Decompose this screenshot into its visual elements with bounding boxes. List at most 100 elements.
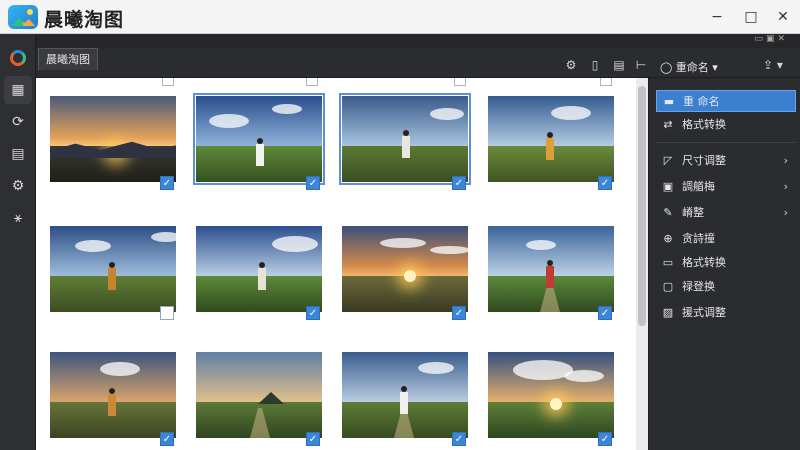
photo-thumbnail[interactable] bbox=[488, 352, 614, 438]
photo-thumbnail[interactable] bbox=[196, 352, 322, 438]
photo-checkbox[interactable]: ✓ bbox=[306, 176, 320, 190]
title-bar: 晨曦淘图 − □ ✕ bbox=[0, 0, 800, 34]
panel-menu-item[interactable]: ▭ 格式转换 bbox=[656, 252, 796, 274]
tab-main[interactable]: 晨曦淘图 bbox=[38, 48, 98, 70]
left-rail: ▦ ⟳ ▤ ⚙ ⚹ bbox=[0, 34, 36, 450]
save-icon[interactable]: ▤ bbox=[611, 58, 627, 72]
photo-checkbox[interactable]: ✓ bbox=[598, 306, 612, 320]
grid-view-icon[interactable]: ▦ bbox=[4, 76, 32, 104]
menu-item-icon: ▣ bbox=[662, 180, 674, 193]
photo-checkbox[interactable]: ✓ bbox=[598, 432, 612, 446]
photo-checkbox[interactable]: ✓ bbox=[160, 432, 174, 446]
photo-thumbnail[interactable] bbox=[50, 226, 176, 312]
menu-item-label: 調艏梅 bbox=[682, 180, 715, 193]
photo-thumbnail[interactable] bbox=[193, 93, 325, 185]
document-icon[interactable]: ▤ bbox=[4, 140, 32, 168]
menu-item-icon: ▭ bbox=[662, 256, 674, 269]
menu-item-label: 重 命名 bbox=[683, 95, 720, 108]
photo-checkbox[interactable]: ✓ bbox=[160, 176, 174, 190]
cloud bbox=[430, 108, 465, 120]
panel-menu-item[interactable]: ⊕ 贪詩撞 bbox=[656, 228, 796, 250]
maximize-button[interactable]: □ bbox=[740, 6, 762, 28]
share-icon[interactable]: ⇪ ▾ bbox=[763, 58, 783, 72]
photo-thumbnail[interactable] bbox=[50, 352, 176, 438]
panel-menu-item[interactable]: ◸ 尺寸调整 › bbox=[656, 150, 796, 172]
close-button[interactable]: ✕ bbox=[772, 6, 794, 28]
tabbar-mini-icons: ▭▣✕ bbox=[754, 34, 788, 44]
panel-menu-item[interactable]: ▨ 援式调整 bbox=[656, 302, 796, 324]
person-figure bbox=[108, 262, 116, 290]
menu-item-label: 嵴整 bbox=[682, 206, 704, 219]
app-logo-icon bbox=[8, 5, 38, 29]
cloud bbox=[417, 362, 454, 374]
cloud bbox=[208, 114, 249, 128]
checkbox-partial[interactable] bbox=[162, 78, 174, 86]
photo-thumbnail[interactable] bbox=[488, 96, 614, 182]
photo-thumbnail[interactable] bbox=[342, 226, 468, 312]
transform-icon[interactable]: ⟳ bbox=[4, 108, 32, 136]
menu-item-icon: ◸ bbox=[663, 154, 673, 167]
cloud bbox=[430, 246, 468, 254]
photo-checkbox[interactable]: ✓ bbox=[452, 176, 466, 190]
photo-checkbox[interactable]: ✓ bbox=[452, 306, 466, 320]
chevron-right-icon: › bbox=[783, 206, 788, 219]
sun bbox=[404, 270, 416, 282]
menu-item-label: 格式转换 bbox=[682, 256, 726, 269]
rail-app-logo-icon[interactable] bbox=[4, 44, 32, 72]
thumbnail-sky bbox=[196, 352, 322, 402]
person-figure bbox=[402, 130, 410, 158]
file-icon[interactable]: ▯ bbox=[587, 58, 603, 72]
photo-thumbnail[interactable] bbox=[50, 96, 176, 182]
photo-thumbnail[interactable] bbox=[196, 226, 322, 312]
sun bbox=[550, 398, 562, 410]
person-figure bbox=[258, 262, 266, 290]
menu-item-label: 贪詩撞 bbox=[682, 232, 715, 245]
panel-menu-item[interactable]: ▣ 調艏梅 › bbox=[656, 176, 796, 198]
panel-menu-item[interactable]: ✎ 嵴整 › bbox=[656, 202, 796, 224]
cloud bbox=[563, 370, 604, 382]
photo-checkbox[interactable]: ✓ bbox=[452, 432, 466, 446]
menu-item-icon: ⊕ bbox=[663, 232, 673, 245]
menu-item-label: 尺寸调整 bbox=[682, 154, 726, 167]
photo-checkbox[interactable]: ✓ bbox=[598, 176, 612, 190]
cloud bbox=[551, 106, 591, 120]
menu-item-icon: ▨ bbox=[662, 306, 674, 319]
person-figure bbox=[400, 386, 408, 414]
menu-item-label: 援式调整 bbox=[682, 306, 726, 319]
panel-menu-item[interactable]: ▢ 禄登换 bbox=[656, 276, 796, 298]
minimize-button[interactable]: − bbox=[706, 6, 728, 28]
adjust-icon[interactable]: ⚹ bbox=[4, 204, 32, 232]
menu-item-icon: ⇄ bbox=[663, 118, 673, 131]
logo-ring-icon bbox=[10, 50, 26, 66]
menu-item-icon: ▬ bbox=[663, 95, 675, 108]
photo-checkbox[interactable]: ✓ bbox=[160, 306, 174, 320]
photo-thumbnail[interactable] bbox=[339, 93, 471, 185]
thumbnail-sky bbox=[50, 96, 176, 146]
photo-thumbnail[interactable] bbox=[342, 352, 468, 438]
panel-menu-item[interactable]: ▬ 重 命名 bbox=[656, 90, 796, 112]
photo-grid: ✓ ✓ ✓ ✓ ✓ ✓ ✓ ✓ ✓ ✓ ✓ ✓ bbox=[36, 78, 636, 450]
menu-separator bbox=[656, 142, 796, 143]
app-title: 晨曦淘图 bbox=[44, 9, 125, 31]
photo-thumbnail[interactable] bbox=[488, 226, 614, 312]
person-figure bbox=[108, 388, 116, 416]
photo-checkbox[interactable]: ✓ bbox=[306, 432, 320, 446]
split-icon[interactable]: ⊢ bbox=[633, 58, 649, 72]
settings-gear-icon[interactable]: ⚙ bbox=[4, 172, 32, 200]
panel-menu-item[interactable]: ⇄ 格式转换 bbox=[656, 114, 796, 136]
menu-item-label: 禄登换 bbox=[682, 280, 715, 293]
checkbox-partial[interactable] bbox=[600, 78, 612, 86]
checkbox-partial[interactable] bbox=[454, 78, 466, 86]
thumbnail-ground bbox=[342, 275, 468, 312]
cloud bbox=[75, 240, 112, 252]
rename-dropdown[interactable]: ◯ 重命名 ▾ bbox=[660, 59, 718, 75]
cloud bbox=[150, 232, 176, 242]
scrollbar-thumb[interactable] bbox=[638, 86, 646, 326]
person-figure bbox=[546, 132, 554, 160]
person-figure bbox=[256, 138, 264, 166]
settings-icon[interactable]: ⚙ bbox=[563, 58, 579, 72]
cloud bbox=[271, 236, 318, 252]
photo-checkbox[interactable]: ✓ bbox=[306, 306, 320, 320]
checkbox-partial[interactable] bbox=[306, 78, 318, 86]
menu-item-label: 格式转换 bbox=[682, 118, 726, 131]
